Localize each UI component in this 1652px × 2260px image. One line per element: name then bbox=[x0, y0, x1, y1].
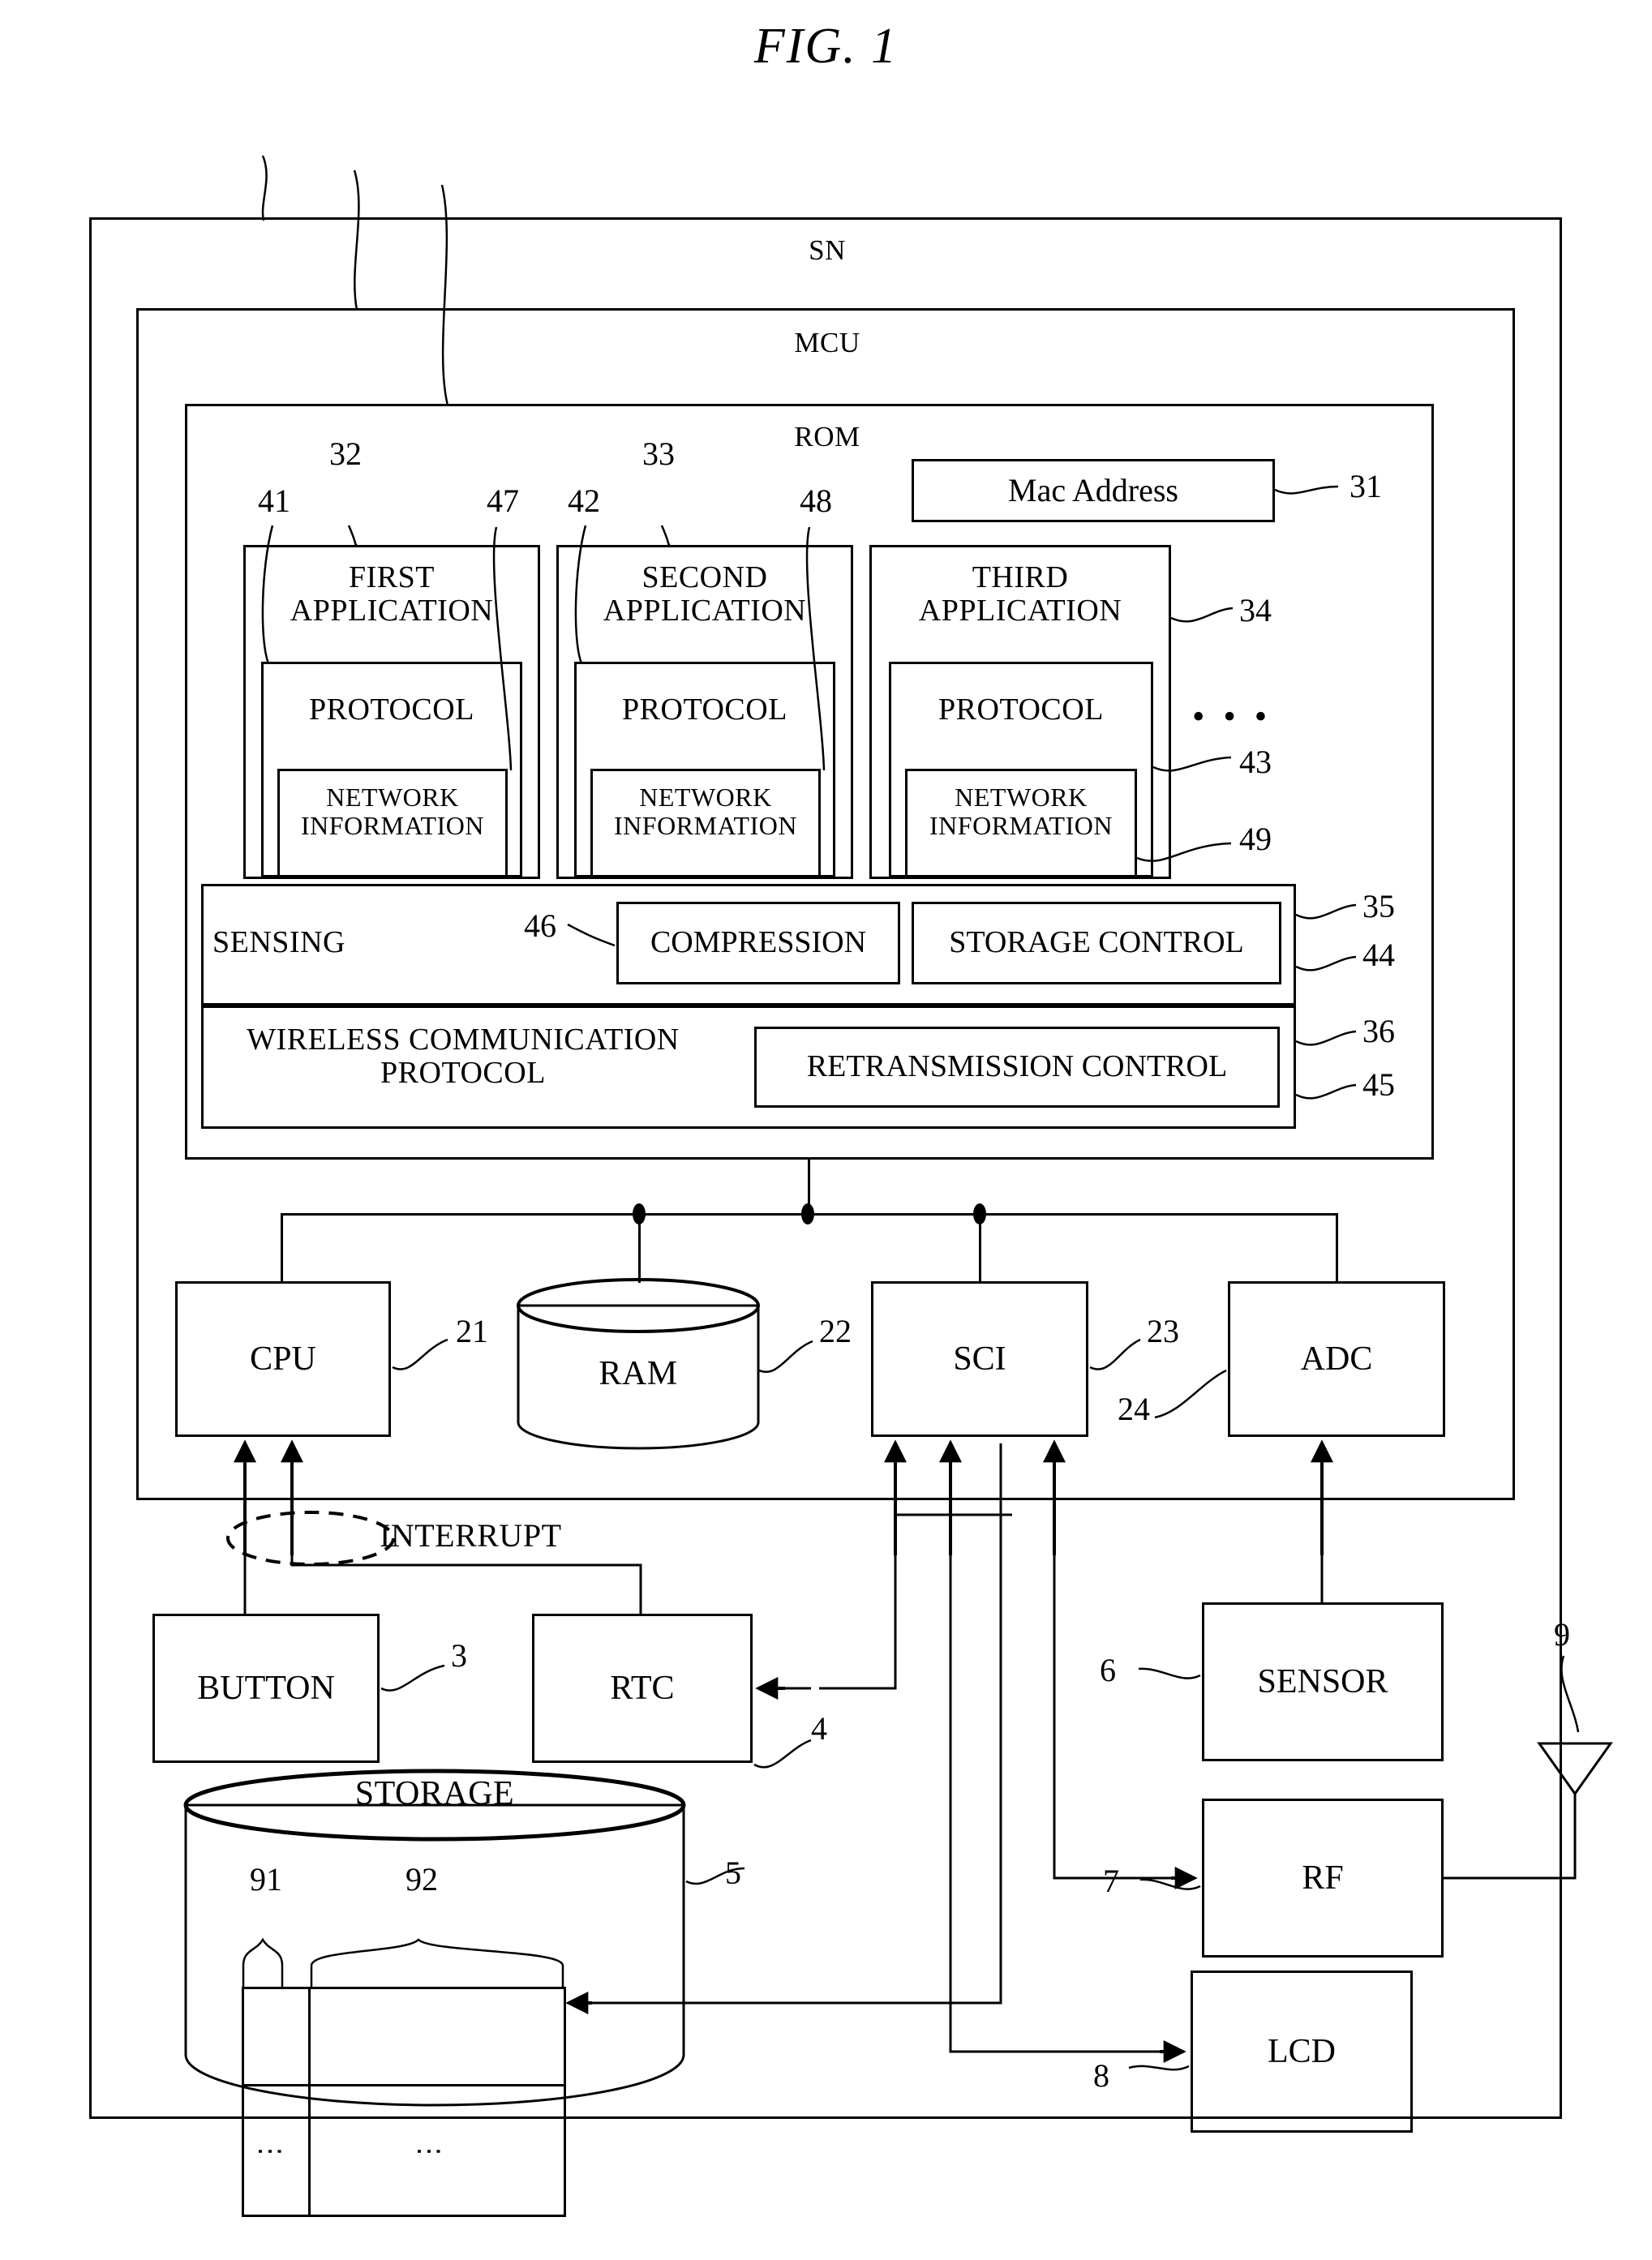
retransmission-control-box: RETRANSMISSION CONTROL bbox=[754, 1027, 1280, 1108]
storage-table-column-divider bbox=[308, 1987, 311, 2217]
ref-num-48: 48 bbox=[800, 482, 832, 519]
lcd-box: LCD bbox=[1191, 1971, 1413, 2133]
interrupt-ellipse bbox=[225, 1510, 396, 1567]
ref-num-49: 49 bbox=[1239, 821, 1272, 857]
second-application-label: SECOND APPLICATION bbox=[603, 560, 807, 628]
ref-num-9: 9 bbox=[1554, 1616, 1570, 1653]
ref-num-33: 33 bbox=[642, 435, 675, 472]
mcu-label: MCU bbox=[794, 327, 860, 358]
ref-num-5: 5 bbox=[725, 1855, 741, 1891]
bus-drop-sci bbox=[979, 1213, 981, 1283]
ref-num-47: 47 bbox=[487, 482, 519, 519]
ref-num-8: 8 bbox=[1093, 2057, 1109, 2094]
adc-label: ADC bbox=[1300, 1340, 1373, 1378]
ref-num-45: 45 bbox=[1362, 1066, 1395, 1103]
rf-box: RF bbox=[1202, 1799, 1444, 1958]
first-application-label: FIRST APPLICATION bbox=[290, 560, 494, 628]
storage-label: STORAGE bbox=[354, 1775, 515, 1812]
ref-num-24: 24 bbox=[1118, 1391, 1150, 1427]
ref-num-23: 23 bbox=[1147, 1313, 1179, 1349]
rf-label: RF bbox=[1302, 1859, 1344, 1897]
ram-label: RAM bbox=[599, 1355, 678, 1392]
rom-label: ROM bbox=[794, 421, 860, 452]
ref-num-32: 32 bbox=[329, 435, 362, 472]
ref-num-6: 6 bbox=[1100, 1652, 1116, 1688]
second-application-protocol-label: PROTOCOL bbox=[622, 693, 787, 727]
ref-num-7: 7 bbox=[1103, 1863, 1119, 1899]
retransmission-control-label: RETRANSMISSION CONTROL bbox=[806, 1049, 1228, 1084]
storage-table bbox=[242, 1987, 566, 2217]
ref-num-91: 91 bbox=[250, 1861, 282, 1898]
ref-num-42: 42 bbox=[568, 482, 600, 519]
mac-address-label: Mac Address bbox=[1008, 472, 1178, 508]
third-application-network-info-label: NETWORK INFORMATION bbox=[929, 783, 1113, 840]
wireless-protocol-label: WIRELESS COMMUNICATION PROTOCOL bbox=[247, 1023, 680, 1091]
ref-num-22: 22 bbox=[819, 1313, 852, 1349]
button-label: BUTTON bbox=[197, 1669, 335, 1707]
lcd-label: LCD bbox=[1268, 2032, 1336, 2070]
rtc-box: RTC bbox=[532, 1614, 753, 1763]
ref-num-21: 21 bbox=[456, 1313, 488, 1349]
sci-box: SCI bbox=[871, 1281, 1088, 1437]
ref-num-34: 34 bbox=[1239, 592, 1272, 628]
storage-col1-vertical-ellipsis: ⋮ bbox=[255, 2138, 285, 2170]
first-application-network-info-label: NETWORK INFORMATION bbox=[301, 783, 484, 840]
sensor-label: SENSOR bbox=[1257, 1662, 1388, 1700]
ref-num-36: 36 bbox=[1362, 1013, 1395, 1049]
sci-label: SCI bbox=[953, 1340, 1006, 1378]
storage-control-box: STORAGE CONTROL bbox=[912, 902, 1281, 984]
ref-num-92: 92 bbox=[405, 1861, 438, 1898]
bus-drop-cpu bbox=[281, 1213, 283, 1283]
cpu-box: CPU bbox=[175, 1281, 391, 1437]
ref-num-31: 31 bbox=[1349, 468, 1382, 504]
ref-num-3: 3 bbox=[451, 1637, 467, 1674]
applications-ellipsis: • • • bbox=[1192, 697, 1272, 736]
adc-box: ADC bbox=[1228, 1281, 1445, 1437]
figure-title: FIG. 1 bbox=[753, 19, 899, 74]
sensing-label: SENSING bbox=[212, 925, 345, 959]
ref-num-41: 41 bbox=[258, 482, 290, 519]
cpu-label: CPU bbox=[250, 1340, 316, 1378]
figure-root: FIG. 1 SN MCU ROM Mac Address 31 FIRST A… bbox=[0, 0, 1652, 2260]
bus-junction-center bbox=[801, 1203, 814, 1224]
ref-num-4: 4 bbox=[811, 1710, 827, 1747]
second-application-network-info-label: NETWORK INFORMATION bbox=[614, 783, 797, 840]
ref-num-46: 46 bbox=[524, 907, 556, 944]
storage-control-label: STORAGE CONTROL bbox=[949, 925, 1244, 960]
bus-drop-adc bbox=[1336, 1213, 1338, 1283]
mac-address-box: Mac Address bbox=[912, 459, 1275, 522]
sn-label: SN bbox=[809, 234, 846, 266]
compression-label: COMPRESSION bbox=[650, 925, 867, 960]
button-box: BUTTON bbox=[152, 1614, 380, 1763]
storage-table-row-divider bbox=[242, 2084, 566, 2086]
first-application-protocol-label: PROTOCOL bbox=[309, 693, 474, 727]
rtc-label: RTC bbox=[610, 1669, 675, 1707]
third-application-protocol-label: PROTOCOL bbox=[938, 693, 1104, 727]
ref-num-35: 35 bbox=[1362, 888, 1395, 924]
ref-num-44: 44 bbox=[1362, 937, 1395, 973]
interrupt-label: INTERRUPT bbox=[380, 1517, 562, 1554]
compression-box: COMPRESSION bbox=[616, 902, 900, 984]
bus-drop-ram bbox=[638, 1213, 641, 1283]
storage-col2-vertical-ellipsis: ⋮ bbox=[414, 2138, 444, 2170]
sensor-box: SENSOR bbox=[1202, 1602, 1444, 1761]
third-application-label: THIRD APPLICATION bbox=[918, 560, 1122, 628]
ref-num-43: 43 bbox=[1239, 744, 1272, 780]
